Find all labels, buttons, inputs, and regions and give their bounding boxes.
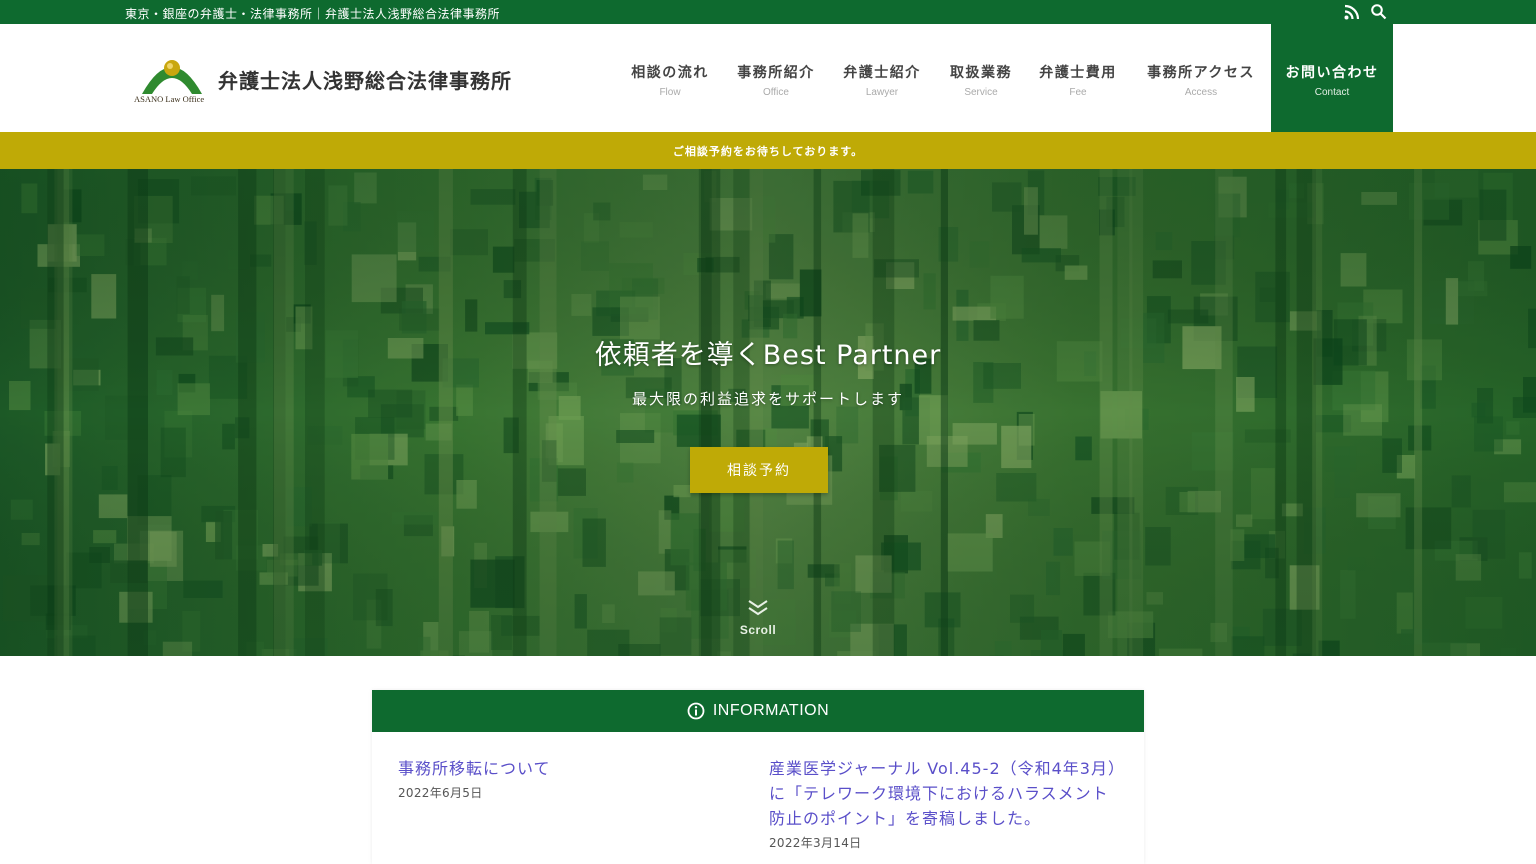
double-chevron-down-icon (748, 600, 768, 616)
nav-fee[interactable]: 弁護士費用 Fee (1030, 24, 1126, 132)
consultation-booking-button[interactable]: 相談予約 (690, 447, 828, 493)
nav-service-label: 取扱業務 (950, 65, 1012, 81)
logo-mark: ASANO Law Office (124, 48, 210, 110)
site-logo[interactable]: ASANO Law Office 弁護士法人浅野総合法律事務所 (124, 48, 548, 110)
news-item: 産業医学ジャーナル Vol.45-2（令和4年3月） に「テレワーク環境下におけ… (769, 756, 1129, 851)
nav-lawyer-sublabel: Lawyer (865, 87, 899, 98)
news-link[interactable]: 事務所移転について (398, 756, 728, 781)
information-panel: INFORMATION 事務所移転について 2022年6月5日 産業医学ジャーナ… (372, 690, 1144, 864)
nav-access[interactable]: 事務所アクセス Access (1136, 24, 1266, 132)
news-link-line: に「テレワーク環境下におけるハラスメント (769, 784, 1109, 803)
nav-access-sublabel: Access (1184, 87, 1218, 98)
notice-bar: ご相談予約をお待ちしております。 (0, 132, 1536, 169)
rss-icon[interactable] (1343, 3, 1361, 21)
nav-access-label: 事務所アクセス (1147, 65, 1255, 81)
hero-title: 依頼者を導くBest Partner (594, 340, 942, 371)
nav-service-sublabel: Service (964, 87, 998, 98)
scroll-indicator[interactable]: Scroll (728, 599, 788, 637)
nav-office-sublabel: Office (763, 87, 789, 98)
nav-contact-sublabel: Contact (1314, 87, 1350, 98)
nav-office[interactable]: 事務所紹介 Office (727, 24, 825, 132)
info-circle-icon (687, 702, 705, 720)
hero-section: 依頼者を導くBest Partner 最大限の利益追求をサポートします 相談予約… (0, 169, 1536, 656)
nav-flow-label: 相談の流れ (631, 65, 709, 81)
news-link[interactable]: 産業医学ジャーナル Vol.45-2（令和4年3月） に「テレワーク環境下におけ… (769, 756, 1129, 831)
hero-subtitle: 最大限の利益追求をサポートします (631, 390, 904, 408)
news-link-line: 防止のポイント」を寄稿しました。 (769, 809, 1042, 828)
news-date: 2022年6月5日 (398, 786, 483, 800)
search-icon[interactable] (1370, 3, 1388, 21)
news-link-line: 産業医学ジャーナル Vol.45-2（令和4年3月） (769, 759, 1125, 778)
site-tagline: 東京・銀座の弁護士・法律事務所｜弁護士法人浅野総合法律事務所 (125, 7, 501, 21)
scroll-label: Scroll (739, 623, 777, 637)
notice-text: ご相談予約をお待ちしております。 (672, 145, 864, 158)
site-header: ASANO Law Office 弁護士法人浅野総合法律事務所 相談の流れ Fl… (0, 24, 1536, 132)
nav-contact-label: お問い合わせ (1285, 65, 1379, 81)
nav-fee-label: 弁護士費用 (1039, 65, 1117, 81)
site-name: 弁護士法人浅野総合法律事務所 (218, 68, 512, 93)
news-item: 事務所移転について 2022年6月5日 (398, 756, 728, 801)
nav-lawyer-label: 弁護士紹介 (843, 65, 921, 81)
top-bar: 東京・銀座の弁護士・法律事務所｜弁護士法人浅野総合法律事務所 (0, 0, 1536, 24)
nav-contact[interactable]: お問い合わせ Contact (1271, 24, 1393, 132)
nav-flow[interactable]: 相談の流れ Flow (618, 24, 722, 132)
logo-mark-text: ASANO Law Office (134, 94, 205, 104)
nav-flow-sublabel: Flow (659, 87, 681, 98)
nav-service[interactable]: 取扱業務 Service (940, 24, 1022, 132)
news-date: 2022年3月14日 (769, 836, 862, 850)
nav-fee-sublabel: Fee (1069, 87, 1087, 98)
nav-lawyer[interactable]: 弁護士紹介 Lawyer (832, 24, 932, 132)
hero-forest-background (0, 169, 1536, 656)
nav-office-label: 事務所紹介 (737, 65, 815, 81)
information-header: INFORMATION (372, 690, 1144, 732)
information-title: INFORMATION (712, 702, 830, 719)
